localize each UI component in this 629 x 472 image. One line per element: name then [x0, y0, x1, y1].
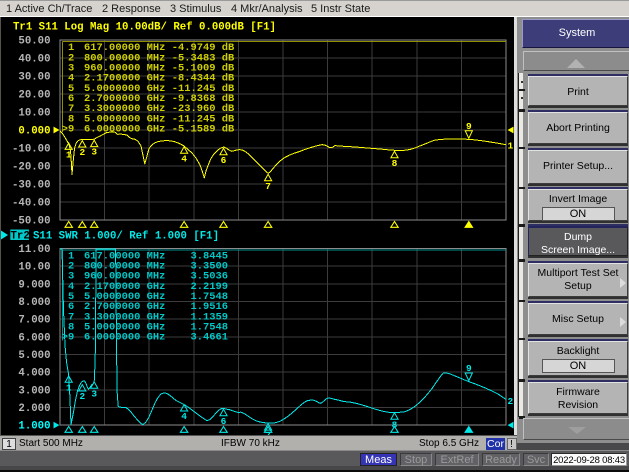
svg-text:9: 9	[68, 123, 74, 135]
svg-text:7.000: 7.000	[18, 315, 50, 327]
svg-text:-10.00: -10.00	[12, 144, 50, 156]
svg-text:30.00: 30.00	[18, 72, 50, 84]
svg-text:4.000: 4.000	[18, 368, 50, 380]
svg-text:9.000: 9.000	[18, 279, 50, 291]
svg-text:7: 7	[265, 181, 271, 192]
svg-text:6.000: 6.000	[18, 332, 50, 344]
svg-text:8.000: 8.000	[18, 297, 50, 309]
svg-text:Tr1 S11 Log Mag 10.00dB/ Ref 0: Tr1 S11 Log Mag 10.00dB/ Ref 0.000dB [F1…	[13, 22, 276, 34]
svg-text:1: 1	[66, 150, 72, 161]
svg-text:9: 9	[466, 121, 472, 132]
svg-text:9: 9	[68, 332, 74, 344]
svg-text:2: 2	[508, 396, 514, 407]
svg-text:-20.00: -20.00	[12, 162, 50, 174]
svg-text:>: >	[62, 123, 68, 135]
svg-text:20.00: 20.00	[18, 90, 50, 102]
svg-text:40.00: 40.00	[18, 54, 50, 66]
svg-text:Tr2: Tr2	[11, 231, 30, 243]
svg-text:S11 SWR 1.000/ Ref 1.000 [F1]: S11 SWR 1.000/ Ref 1.000 [F1]	[33, 231, 219, 243]
svg-text:1.000: 1.000	[18, 421, 50, 433]
svg-text:-30.00: -30.00	[12, 180, 50, 192]
svg-text:2: 2	[79, 391, 85, 402]
svg-text:50.00: 50.00	[18, 36, 50, 48]
svg-text:9: 9	[466, 363, 472, 374]
svg-text:3: 3	[91, 388, 97, 399]
svg-text:3.000: 3.000	[18, 385, 50, 397]
svg-text:6: 6	[221, 155, 227, 166]
svg-text:-50.00: -50.00	[12, 216, 50, 228]
svg-text:5.000: 5.000	[18, 350, 50, 362]
svg-text:>: >	[62, 332, 68, 344]
svg-text:-40.00: -40.00	[12, 198, 50, 210]
svg-text:8: 8	[392, 158, 398, 169]
svg-text:3: 3	[91, 147, 97, 158]
svg-text:0.000: 0.000	[18, 126, 50, 138]
svg-text:2.000: 2.000	[18, 403, 50, 415]
svg-text:11.00: 11.00	[18, 244, 50, 256]
svg-text:4: 4	[181, 153, 187, 164]
svg-text:1: 1	[66, 382, 72, 393]
svg-text:6.0000000 GHz -5.1589 dB: 6.0000000 GHz -5.1589 dB	[84, 123, 235, 135]
svg-text:6: 6	[221, 416, 227, 427]
svg-text:10.00: 10.00	[18, 108, 50, 120]
svg-text:1: 1	[508, 141, 514, 152]
svg-text:2: 2	[79, 147, 85, 158]
svg-text:4: 4	[181, 411, 187, 422]
svg-text:6.0000000 GHz 3.4661: 6.0000000 GHz 3.4661	[84, 332, 228, 344]
svg-text:10.00: 10.00	[18, 262, 50, 274]
